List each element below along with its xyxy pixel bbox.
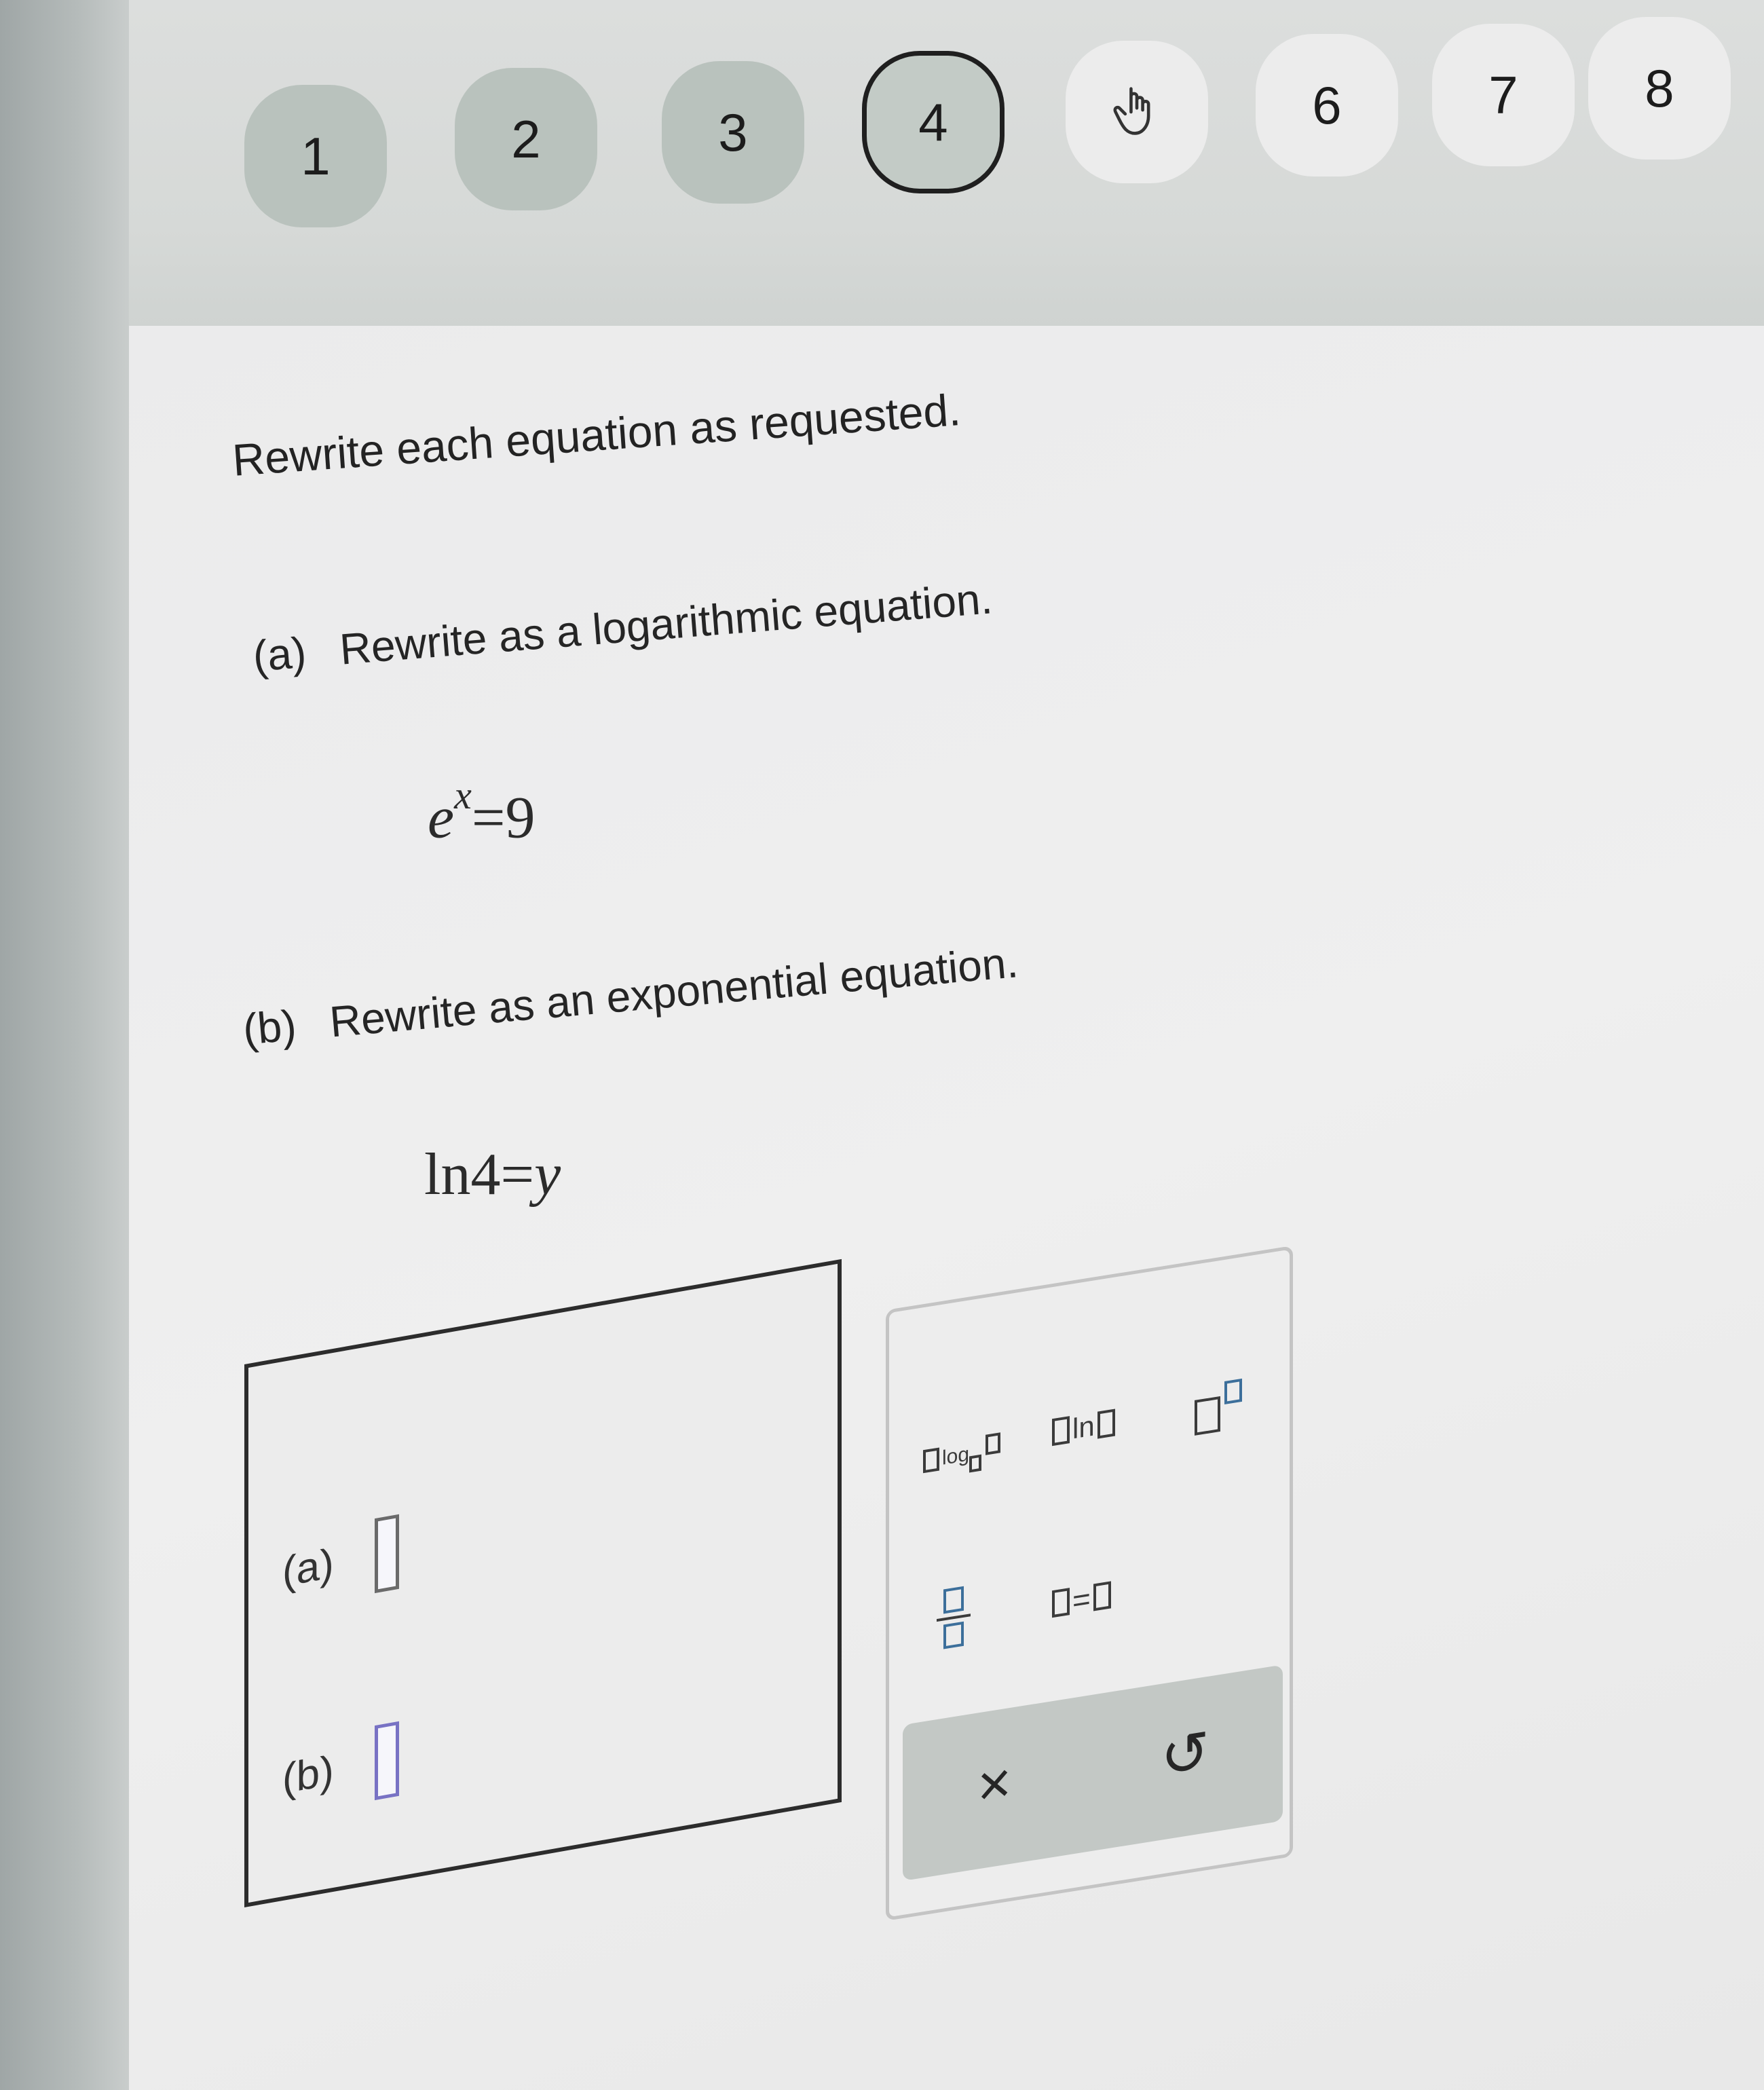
log-arg-box [923, 1447, 939, 1474]
question-8-button[interactable]: 8 [1588, 17, 1731, 160]
eq-a-base: e [428, 785, 455, 851]
question-3-button[interactable]: 3 [662, 61, 804, 204]
question-2-button[interactable]: 2 [455, 68, 597, 210]
hand-pointer-icon [1113, 87, 1150, 135]
equation-a: ex=9 [428, 773, 536, 852]
question-6-button[interactable]: 6 [1256, 34, 1398, 176]
equals-text: = [1072, 1580, 1091, 1619]
equals-button[interactable]: = [1052, 1576, 1111, 1622]
eq-a-exponent: x [454, 773, 472, 817]
keypad-action-bar: × ↺ [903, 1664, 1283, 1882]
log-base-button[interactable]: log [923, 1431, 1001, 1480]
question-nav: 1 2 3 4 6 7 8 [0, 0, 1764, 326]
math-keypad: log ln = × ↺ [886, 1245, 1293, 1921]
question-1-button[interactable]: 1 [244, 85, 387, 227]
answer-a-label: (a) [282, 1539, 334, 1596]
eq-b-number: 4 [470, 1142, 501, 1208]
undo-button[interactable]: ↺ [1161, 1717, 1209, 1792]
log-text: log [942, 1442, 970, 1470]
frac-den-box [943, 1621, 964, 1649]
answer-a-row: (a) [282, 1514, 399, 1609]
answer-b-label: (b) [282, 1747, 334, 1803]
question-4-button[interactable]: 4 [862, 51, 1005, 193]
exp-power-box [1224, 1378, 1242, 1404]
answer-b-input[interactable] [374, 1721, 399, 1801]
frac-bar [937, 1613, 971, 1622]
exp-base-box [1195, 1396, 1220, 1436]
ln-arg-box [1097, 1408, 1115, 1439]
answer-b-row: (b) [282, 1721, 399, 1816]
answer-box: (a) (b) [244, 1258, 842, 1907]
part-a-label: (a) [251, 627, 308, 681]
part-b-label: (b) [241, 1001, 299, 1054]
eq-right-box [1093, 1581, 1111, 1611]
eq-b-equals: = [500, 1142, 535, 1208]
question-5-button[interactable] [1066, 41, 1208, 183]
eq-b-ln: ln [424, 1142, 471, 1208]
eq-left-box [1052, 1588, 1070, 1618]
fraction-button[interactable] [937, 1585, 971, 1650]
ln-coef-box [1052, 1416, 1070, 1447]
ln-button[interactable]: ln [1052, 1406, 1115, 1449]
ln-text: ln [1072, 1409, 1095, 1445]
equation-b: ln4=y [424, 1140, 561, 1209]
log-base-box [969, 1454, 982, 1473]
eq-a-rest: =9 [471, 785, 536, 851]
question-7-button[interactable]: 7 [1432, 24, 1575, 166]
eq-b-var: y [534, 1142, 561, 1208]
log-input-box [986, 1432, 1001, 1455]
answer-a-input[interactable] [374, 1514, 399, 1594]
frac-num-box [943, 1586, 964, 1614]
exponent-button[interactable] [1195, 1373, 1242, 1436]
clear-button[interactable]: × [977, 1749, 1011, 1821]
